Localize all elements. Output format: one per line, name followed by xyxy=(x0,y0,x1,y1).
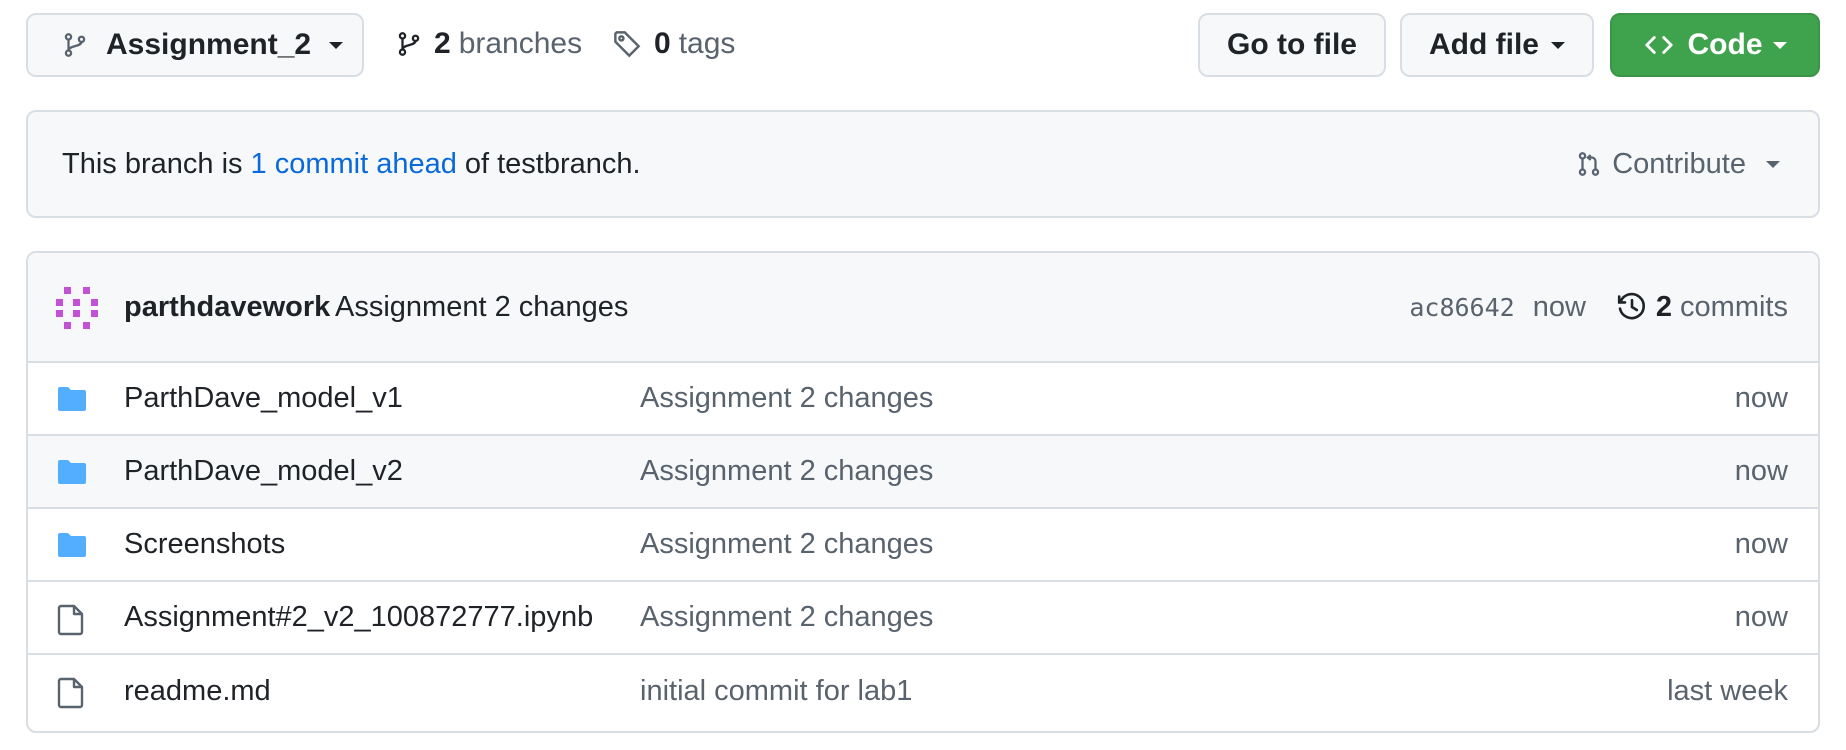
tag-icon xyxy=(612,29,642,59)
repo-toolbar: Assignment_2 2 branches 0 tags Go to fil… xyxy=(0,0,1846,90)
commit-message-link[interactable]: Assignment 2 changes xyxy=(335,291,628,324)
file-commit-message[interactable]: Assignment 2 changes xyxy=(640,601,933,634)
folder-icon xyxy=(56,385,88,413)
file-commit-message[interactable]: Assignment 2 changes xyxy=(640,455,933,488)
add-file-button[interactable]: Add file xyxy=(1400,13,1594,77)
tags-count: 0 xyxy=(654,27,671,60)
file-row[interactable]: ParthDave_model_v1 Assignment 2 changes … xyxy=(28,363,1818,436)
file-time: now xyxy=(1734,528,1788,560)
file-time: now xyxy=(1734,455,1788,487)
commit-author-link[interactable]: parthdavework xyxy=(124,291,330,324)
file-icon xyxy=(56,677,86,709)
branches-label: branches xyxy=(458,27,583,60)
commits-ahead-link[interactable]: 1 commit ahead xyxy=(251,148,457,181)
chevron-down-icon xyxy=(1766,160,1780,168)
file-time: last week xyxy=(1667,675,1788,707)
file-browser: parthdavework Assignment 2 changes ac866… xyxy=(26,251,1820,733)
file-time: now xyxy=(1734,601,1788,633)
file-name-link[interactable]: ParthDave_model_v1 xyxy=(124,382,403,415)
file-commit-message[interactable]: initial commit for lab1 xyxy=(640,675,912,708)
code-icon xyxy=(1644,30,1674,60)
file-commit-message[interactable]: Assignment 2 changes xyxy=(640,382,933,415)
file-row[interactable]: readme.md initial commit for lab1 last w… xyxy=(28,655,1818,728)
file-name-link[interactable]: Assignment#2_v2_100872777.ipynb xyxy=(124,601,593,634)
file-name-link[interactable]: Screenshots xyxy=(124,528,285,561)
file-name-link[interactable]: ParthDave_model_v2 xyxy=(124,455,403,488)
branches-link[interactable]: 2 branches xyxy=(396,24,582,64)
tags-link[interactable]: 0 tags xyxy=(612,24,735,64)
folder-icon xyxy=(56,531,88,559)
tags-label: tags xyxy=(678,27,736,60)
banner-prefix: This branch is xyxy=(62,147,243,180)
branch-ahead-banner: This branch is 1 commit ahead of testbra… xyxy=(26,110,1820,218)
chevron-down-icon xyxy=(1772,41,1787,49)
file-icon xyxy=(56,604,86,636)
branch-name: Assignment_2 xyxy=(106,28,312,61)
contribute-label: Contribute xyxy=(1612,147,1746,180)
commit-time: now xyxy=(1532,290,1586,323)
latest-commit-row: parthdavework Assignment 2 changes ac866… xyxy=(28,253,1818,363)
go-to-file-label: Go to file xyxy=(1227,28,1357,61)
history-icon xyxy=(1616,291,1648,323)
commit-sha-link[interactable]: ac86642 xyxy=(1409,293,1514,322)
file-commit-message[interactable]: Assignment 2 changes xyxy=(640,528,933,561)
git-branch-icon xyxy=(62,30,88,60)
go-to-file-button[interactable]: Go to file xyxy=(1198,13,1386,77)
git-pull-request-icon xyxy=(1576,149,1602,179)
file-row[interactable]: ParthDave_model_v2 Assignment 2 changes … xyxy=(28,436,1818,509)
chevron-down-icon xyxy=(1551,41,1565,49)
file-row[interactable]: Screenshots Assignment 2 changes now xyxy=(28,509,1818,582)
file-row[interactable]: Assignment#2_v2_100872777.ipynb Assignme… xyxy=(28,582,1818,655)
commit-meta: ac86642 now 2 commits xyxy=(1409,291,1788,324)
contribute-button[interactable]: Contribute xyxy=(1576,112,1780,216)
commits-history-link[interactable]: 2 commits xyxy=(1616,291,1788,324)
banner-suffix: of testbranch. xyxy=(464,147,641,180)
add-file-label: Add file xyxy=(1429,28,1539,61)
commits-label: commits xyxy=(1680,290,1788,323)
commits-count: 2 xyxy=(1655,290,1673,323)
file-time: now xyxy=(1734,382,1788,414)
code-label: Code xyxy=(1687,28,1763,61)
branch-select-button[interactable]: Assignment_2 xyxy=(26,13,364,77)
branches-count: 2 xyxy=(434,27,451,60)
file-name-link[interactable]: readme.md xyxy=(124,675,271,708)
avatar[interactable] xyxy=(54,285,100,331)
code-button[interactable]: Code xyxy=(1610,13,1820,77)
chevron-down-icon xyxy=(329,41,344,49)
git-branch-icon xyxy=(396,29,422,59)
folder-icon xyxy=(56,458,88,486)
